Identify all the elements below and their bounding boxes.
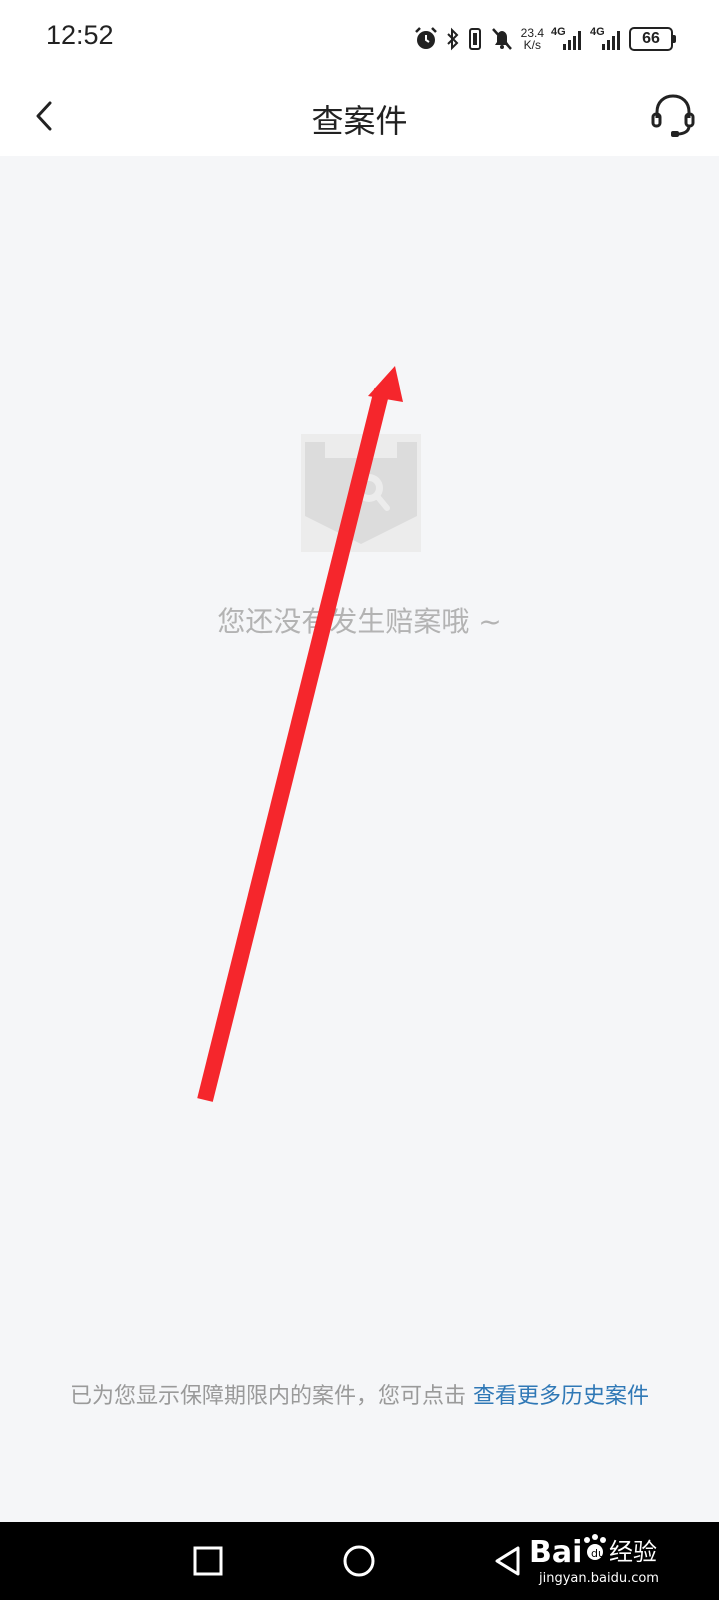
status-icons: 23.4 K/s 4G 4G 66	[413, 24, 676, 54]
status-time: 12:52	[46, 20, 114, 50]
alarm-icon	[414, 27, 437, 49]
home-button[interactable]	[334, 1536, 384, 1586]
network-speed-unit: K/s	[523, 38, 541, 52]
signal-icon: 4G	[590, 26, 622, 52]
mute-icon	[491, 28, 512, 50]
battery-icon: 66	[629, 27, 676, 51]
back-triangle-icon	[495, 1546, 520, 1576]
footer-note-text: 已为您显示保障期限内的案件，您可点击	[69, 1384, 473, 1409]
header: 查案件	[0, 78, 719, 156]
footer-note: 已为您显示保障期限内的案件，您可点击 查看更多历史案件	[0, 1378, 719, 1410]
watermark-brand: Bai	[529, 1535, 582, 1570]
view-more-history-link[interactable]: 查看更多历史案件	[473, 1384, 649, 1409]
paw-icon: du	[584, 1534, 606, 1560]
status-bar: 12:52 23.4 K/s 4G 4G 66	[0, 0, 719, 78]
recents-square-icon	[193, 1546, 223, 1576]
content-area: 您还没有发生赔案哦 ~ 已为您显示保障期限内的案件，您可点击 查看更多历史案件	[0, 156, 719, 1522]
back-nav-button[interactable]	[484, 1536, 534, 1586]
bluetooth-icon	[446, 27, 459, 51]
baidu-jingyan-watermark: Bai du 经验 jingyan.baidu.com	[529, 1528, 679, 1588]
watermark-suffix: 经验	[609, 1538, 657, 1566]
customer-service-icon	[651, 94, 695, 137]
vibrate-icon	[468, 28, 481, 50]
home-circle-icon	[343, 1545, 375, 1577]
shield-search-icon	[301, 434, 421, 552]
signal-icon: 4G	[551, 26, 583, 52]
page-title: 查案件	[311, 102, 408, 140]
recents-button[interactable]	[182, 1536, 232, 1586]
customer-service-button[interactable]	[645, 88, 701, 144]
empty-state-message: 您还没有发生赔案哦 ~	[217, 605, 502, 638]
svg-text:du: du	[591, 1547, 605, 1560]
network-speed: 23.4 K/s	[521, 27, 544, 51]
watermark-url: jingyan.baidu.com	[538, 1571, 659, 1586]
